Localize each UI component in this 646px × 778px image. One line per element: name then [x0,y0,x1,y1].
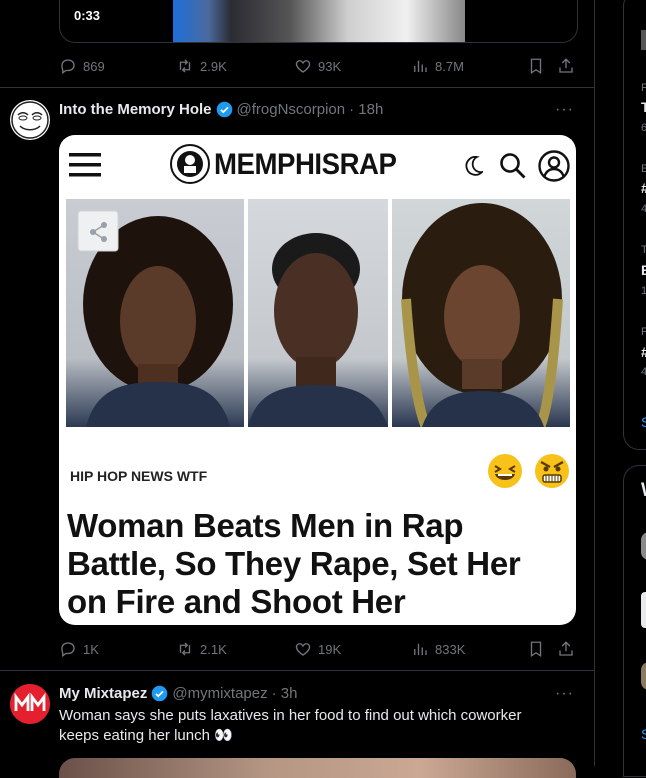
trend-count: 1 [641,285,646,297]
show-more-link[interactable]: S [641,726,646,742]
trend-count: 4 [641,366,646,378]
trend-count: 6 [641,122,646,134]
avatar[interactable] [10,684,50,724]
bookmark-icon [530,641,542,658]
reply-button[interactable]: 869 [59,56,105,76]
site-name: MEMPHISRAP [214,148,397,181]
timeline-feed: 0:33 869 2.9K 93K 8.7M Into the Memory H… [0,0,595,778]
views-icon [414,60,427,72]
article-category: HIP HOP NEWS WTF [70,468,208,484]
verified-badge-icon [152,685,168,702]
like-button[interactable]: 93K [294,56,341,76]
more-options-button[interactable]: ··· [555,685,574,703]
tweet-divider [0,87,594,88]
views-count: 8.7M [435,58,464,74]
video-thumbnail[interactable] [173,0,465,42]
panel-title: W [641,480,646,502]
reply-count: 869 [83,58,105,74]
views-button[interactable]: 8.7M [411,56,464,76]
right-sidebar: F T 6 E # 4 T E 1 F # 4 S W S [595,0,646,777]
retweet-count: 2.9K [200,58,227,74]
tweet-text: Woman says she puts laxatives in her foo… [59,707,522,744]
retweet-button[interactable]: 2.9K [176,56,227,76]
trend-meta: F [641,326,646,338]
video-card[interactable]: 0:33 [59,0,578,43]
author-handle[interactable]: @frogNscorpion [237,101,346,118]
memphisrap-logo-icon [170,144,210,184]
tweet-actions: 1K 2.1K 19K 833K [59,639,579,659]
laughing-emoji-icon [488,454,522,488]
mugshot-photo [392,199,570,427]
share-button[interactable] [557,56,575,76]
reply-count: 1K [83,641,99,657]
tweet-header: Into the Memory Hole @frogNscorpion · 18… [59,101,383,118]
like-count: 93K [318,58,342,74]
reply-icon [61,642,75,658]
verified-badge-icon [216,101,232,118]
troll-face-icon [11,101,49,139]
follow-button[interactable] [641,592,646,628]
trend-meta: T [641,244,646,256]
views-count: 833K [435,641,466,657]
trend-title[interactable]: T [641,99,646,115]
reply-icon [61,59,75,75]
link-card[interactable]: MEMPHISRAP HIP HOP NEWS WTF Woman Beats … [59,135,576,625]
reply-button[interactable]: 1K [59,639,99,659]
trend-image [641,30,646,50]
tweet-time[interactable]: · 18h [349,101,383,118]
author-handle[interactable]: @mymixtapez [172,685,267,702]
mymixtapez-logo-icon [10,684,50,724]
bookmark-button[interactable] [527,639,545,659]
author-name[interactable]: My Mixtapez [59,685,147,702]
tweet-media[interactable] [59,758,576,778]
trend-title[interactable]: # [641,180,646,196]
tweet-actions-top: 869 2.9K 93K 8.7M [59,56,579,76]
hamburger-menu-icon [69,153,101,177]
views-icon [414,643,427,655]
mugshot-photos [66,199,570,427]
heart-icon [295,643,311,656]
heart-icon [295,60,311,73]
angry-emoji-icon [535,454,569,488]
trends-panel [623,0,646,450]
author-name[interactable]: Into the Memory Hole [59,101,212,118]
more-options-button[interactable]: ··· [555,101,574,119]
mugshot-photo [248,199,388,427]
retweet-button[interactable]: 2.1K [176,639,227,659]
avatar[interactable] [10,100,50,140]
tweet-time[interactable]: · 3h [272,685,298,702]
trend-count: 4 [641,203,646,215]
tweet-header: My Mixtapez @mymixtapez · 3h [59,685,297,702]
avatar[interactable] [641,662,646,690]
retweet-icon [179,642,191,656]
trend-meta: F [641,82,646,94]
bookmark-button[interactable] [527,56,545,76]
site-header: MEMPHISRAP [59,135,576,195]
video-time-badge: 0:33 [74,8,101,23]
mugshot-photo [66,199,244,427]
retweet-icon [179,59,191,73]
like-count: 19K [318,641,342,657]
moon-icon [465,156,483,176]
show-more-link[interactable]: S [641,414,646,430]
trend-title[interactable]: # [641,344,646,360]
trend-meta: E [641,163,646,175]
share-icon [559,58,573,73]
bookmark-icon [530,58,542,75]
avatar[interactable] [641,532,646,560]
user-account-icon [538,150,570,182]
views-button[interactable]: 833K [411,639,465,659]
retweet-count: 2.1K [200,641,227,657]
share-icon [559,641,573,656]
share-button[interactable] [557,639,575,659]
trend-title[interactable]: E [641,262,646,278]
search-icon [500,153,526,179]
like-button[interactable]: 19K [294,639,341,659]
tweet-divider [0,670,594,671]
article-headline: Woman Beats Men in Rap Battle, So They R… [67,507,521,620]
